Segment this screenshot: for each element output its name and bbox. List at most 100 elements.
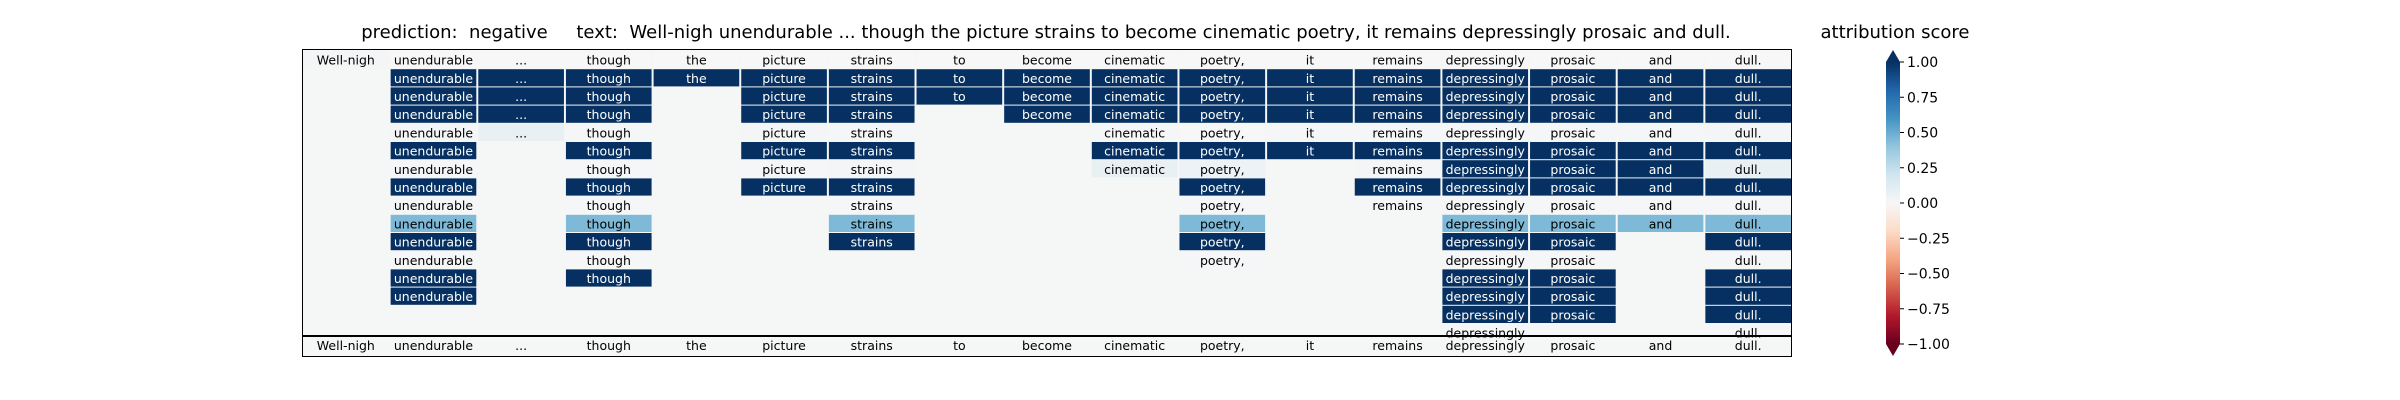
- cell-token-label: picture: [762, 125, 806, 140]
- cell-token-label: poetry,: [1200, 253, 1245, 268]
- cell-token-label: strains: [851, 216, 893, 231]
- cell-token-label: prosaic: [1550, 144, 1595, 159]
- cell-token-label: though: [587, 89, 631, 104]
- cell-token-label: picture: [762, 180, 806, 195]
- cell-token-label: though: [587, 162, 631, 177]
- prediction-value: negative: [469, 22, 548, 43]
- cell-token-label: the: [686, 53, 707, 68]
- cell-token-label: poetry,: [1200, 216, 1245, 231]
- cell-token-label: prosaic: [1550, 198, 1595, 213]
- cell-token-label: prosaic: [1550, 89, 1595, 104]
- cell-token-label: depressingly: [1446, 89, 1526, 104]
- cell-token-label: cinematic: [1104, 53, 1165, 68]
- cell-token-label: poetry,: [1200, 144, 1245, 159]
- cell-token-label: prosaic: [1550, 289, 1595, 304]
- cell-token-label: it: [1306, 107, 1314, 122]
- footer-token-label: cinematic: [1104, 338, 1165, 353]
- cell-token-label: remains: [1372, 198, 1422, 213]
- footer-token-label: ...: [515, 338, 527, 353]
- cell-token-label: ...: [515, 107, 527, 122]
- cell-token-label: and: [1649, 180, 1673, 195]
- cell-token-label: strains: [851, 89, 893, 104]
- cell-token-label: strains: [851, 235, 893, 250]
- cell-token-label: dull.: [1735, 71, 1762, 86]
- footer-token-label: unendurable: [394, 338, 474, 353]
- colorbar-tick-label: 0.75: [1907, 90, 1938, 106]
- cell-token-label: unendurable: [394, 180, 474, 195]
- cell-token-label: unendurable: [394, 198, 474, 213]
- cell-token-label: strains: [851, 53, 893, 68]
- cell-token-label: prosaic: [1550, 235, 1595, 250]
- cell-token-label: dull.: [1735, 271, 1762, 286]
- footer-token-label: poetry,: [1200, 338, 1245, 353]
- cell-token-label: unendurable: [394, 271, 474, 286]
- cell-token-label: it: [1306, 71, 1314, 86]
- cell-token-label: strains: [851, 125, 893, 140]
- cell-token-label: depressingly: [1446, 307, 1526, 322]
- cell-token-label: unendurable: [394, 253, 474, 268]
- footer-token-label: picture: [762, 338, 806, 353]
- cell-token-label: it: [1306, 53, 1314, 68]
- cell-token-label: unendurable: [394, 162, 474, 177]
- cell-token-label: picture: [762, 162, 806, 177]
- footer-token-label: and: [1649, 338, 1673, 353]
- cell-token-label: it: [1306, 125, 1314, 140]
- cell-token-label: prosaic: [1550, 107, 1595, 122]
- colorbar-extend-min: [1886, 344, 1900, 356]
- colorbar-gradient: [1886, 62, 1900, 344]
- cell-token-label: prosaic: [1550, 125, 1595, 140]
- cell-token-label: dull.: [1735, 89, 1762, 104]
- cell-token-label: to: [953, 71, 966, 86]
- cell-token-label: depressingly: [1446, 144, 1526, 159]
- cell-token-label: and: [1649, 162, 1673, 177]
- cell-token-label: and: [1649, 53, 1673, 68]
- cell-token-label: become: [1022, 71, 1072, 86]
- cell-token-label: and: [1649, 144, 1673, 159]
- cell-token-label: remains: [1372, 89, 1422, 104]
- cell-token-label: remains: [1372, 162, 1422, 177]
- cell-token-label: depressingly: [1446, 198, 1526, 213]
- cell-token-label: dull.: [1735, 253, 1762, 268]
- cell-token-label: become: [1022, 53, 1072, 68]
- colorbar-tick-label: 1.00: [1907, 55, 1938, 71]
- cell-token-label: remains: [1372, 53, 1422, 68]
- cell-token-label: cinematic: [1104, 125, 1165, 140]
- cell-token-label: and: [1649, 125, 1673, 140]
- cell-token-label: poetry,: [1200, 89, 1245, 104]
- cell-token-label: though: [587, 271, 631, 286]
- cell-token-label: strains: [851, 180, 893, 195]
- cell-token-label: depressingly: [1446, 125, 1526, 140]
- cell-token-label: though: [587, 180, 631, 195]
- cell-token-label: though: [587, 125, 631, 140]
- cell-token-label: depressingly: [1446, 289, 1526, 304]
- cell-token-label: unendurable: [394, 235, 474, 250]
- cell-token-label: poetry,: [1200, 180, 1245, 195]
- cell-token-label: poetry,: [1200, 162, 1245, 177]
- cell-token-label: dull.: [1735, 235, 1762, 250]
- cell-token-label: poetry,: [1200, 71, 1245, 86]
- cell-token-label: though: [587, 235, 631, 250]
- cell-token-label: picture: [762, 53, 806, 68]
- attribution-heatmap: Well-nigh unendurable... though the picture s…: [302, 49, 1792, 357]
- cell-token-label: picture: [762, 144, 806, 159]
- cell-token-label: dull.: [1735, 53, 1762, 68]
- cell-token-label: the: [686, 71, 707, 86]
- cell-token-label: become: [1022, 107, 1072, 122]
- cell-token-label: cinematic: [1104, 71, 1165, 86]
- cell-token-label: and: [1649, 89, 1673, 104]
- cell-token-label: unendurable: [394, 71, 474, 86]
- cell-token-label: unendurable: [394, 289, 474, 304]
- colorbar-tick-label: 0.00: [1907, 196, 1938, 212]
- cell-token-label: unendurable: [394, 89, 474, 104]
- cell-token-label: remains: [1372, 71, 1422, 86]
- cell-token-label: cinematic: [1104, 144, 1165, 159]
- cell-token-label: it: [1306, 144, 1314, 159]
- cell-token-label: and: [1649, 107, 1673, 122]
- cell-token-label: ...: [515, 125, 527, 140]
- cell-token-label: depressingly: [1446, 71, 1526, 86]
- cell-token-label: though: [587, 198, 631, 213]
- prediction-label: prediction:: [361, 22, 458, 43]
- cell-token-label: poetry,: [1200, 198, 1245, 213]
- cell-token-label: it: [1306, 89, 1314, 104]
- cell-token-label: though: [587, 107, 631, 122]
